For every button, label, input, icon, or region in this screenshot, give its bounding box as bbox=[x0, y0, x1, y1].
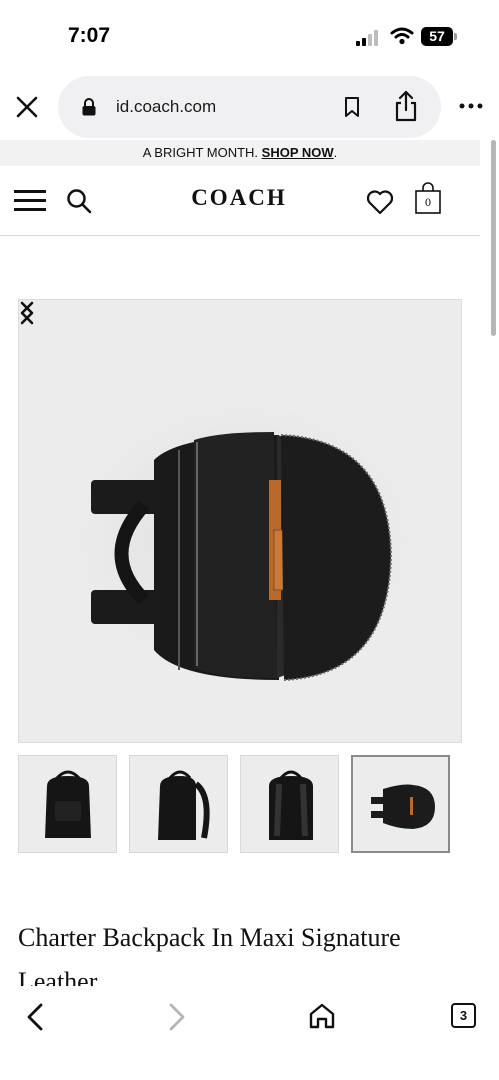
battery-icon: 57 bbox=[421, 27, 457, 46]
browser-toolbar: 3 bbox=[0, 986, 499, 1080]
heart-icon[interactable] bbox=[366, 189, 394, 215]
thumbnail-1[interactable] bbox=[18, 755, 117, 853]
address-bar[interactable]: id.coach.com bbox=[58, 76, 441, 138]
status-bar: 7:07 57 bbox=[0, 0, 499, 70]
bag-count: 0 bbox=[425, 195, 431, 209]
promo-banner: A BRIGHT MONTH. SHOP NOW. bbox=[0, 140, 480, 166]
shop-now-link[interactable]: SHOP NOW bbox=[262, 145, 334, 160]
bookmark-icon[interactable] bbox=[344, 96, 360, 118]
shopping-bag-icon[interactable]: 0 bbox=[414, 182, 442, 214]
forward-arrow-icon[interactable] bbox=[166, 1002, 188, 1032]
scrollbar[interactable] bbox=[491, 140, 496, 336]
url-text: id.coach.com bbox=[116, 97, 217, 116]
thumbnail-2[interactable] bbox=[129, 755, 228, 853]
promo-text: A BRIGHT MONTH. bbox=[142, 145, 262, 160]
search-icon[interactable] bbox=[66, 188, 92, 214]
browser-address-row: id.coach.com bbox=[0, 72, 499, 140]
menu-icon[interactable] bbox=[14, 188, 46, 214]
battery-level: 57 bbox=[429, 28, 445, 44]
chevron-right-icon[interactable] bbox=[19, 300, 35, 326]
lock-icon bbox=[82, 98, 96, 116]
close-icon[interactable] bbox=[14, 94, 40, 120]
back-arrow-icon[interactable] bbox=[24, 1002, 46, 1032]
site-header: COACH 0 bbox=[0, 166, 480, 236]
thumbnail-4[interactable] bbox=[351, 755, 450, 853]
tabs-icon[interactable]: 3 bbox=[451, 1003, 476, 1028]
status-time: 7:07 bbox=[68, 24, 111, 47]
wifi-icon bbox=[390, 27, 414, 45]
thumbnail-strip bbox=[18, 755, 450, 853]
product-main-image[interactable] bbox=[18, 299, 462, 743]
backpack-open-image bbox=[69, 400, 419, 681]
share-icon[interactable] bbox=[394, 90, 418, 122]
brand-logo[interactable]: COACH bbox=[168, 185, 310, 211]
home-icon[interactable] bbox=[308, 1002, 336, 1030]
thumbnail-3[interactable] bbox=[240, 755, 339, 853]
more-icon[interactable] bbox=[458, 102, 484, 110]
cellular-signal-icon bbox=[356, 30, 382, 46]
promo-suffix: . bbox=[333, 145, 338, 160]
